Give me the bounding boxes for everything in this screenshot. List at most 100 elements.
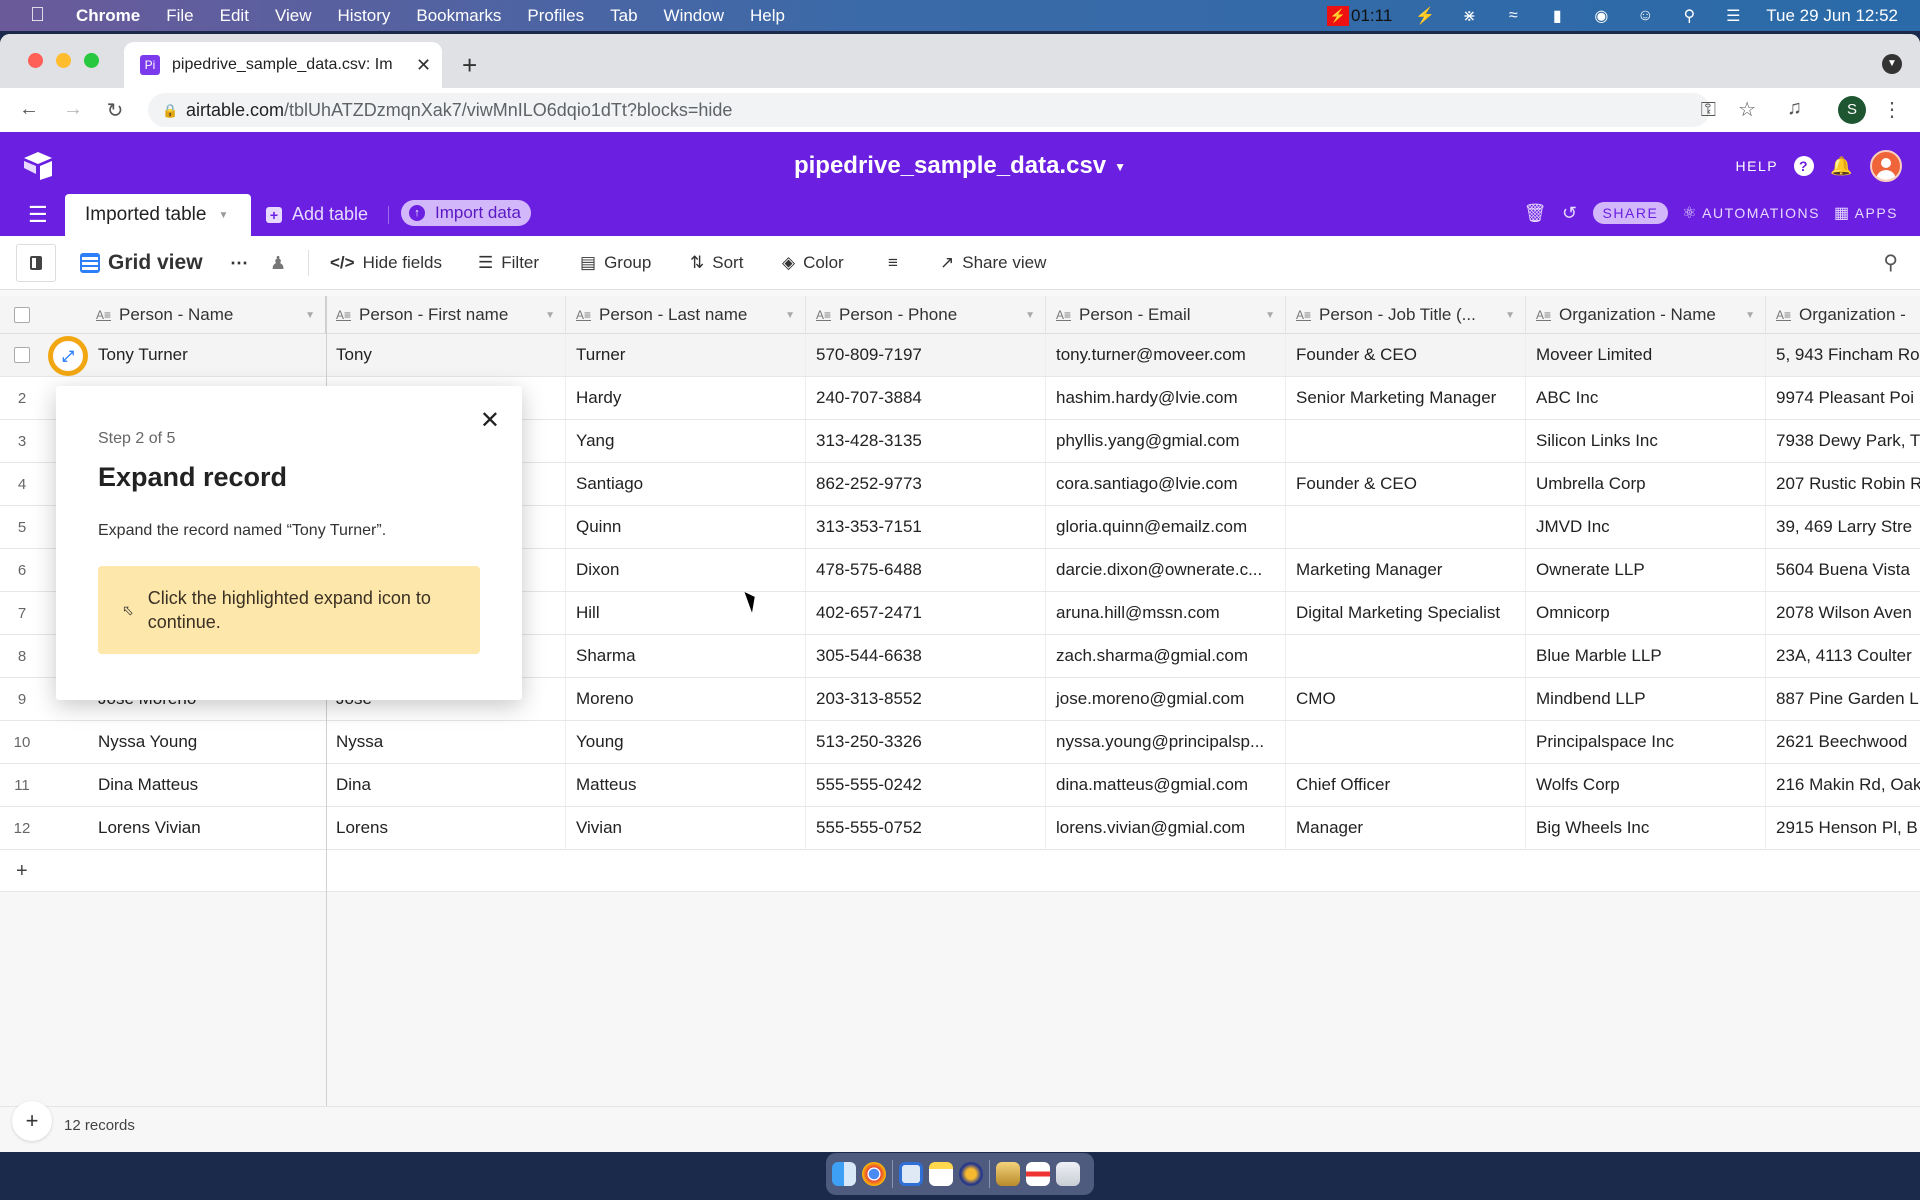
cell-phone[interactable]: 555-555-0752 [806, 807, 1046, 849]
apple-menu-icon[interactable]:  [30, 4, 50, 27]
profile-avatar[interactable]: S [1838, 96, 1866, 124]
add-record-fab[interactable]: + [12, 1101, 52, 1141]
cell-last[interactable]: Hardy [566, 377, 806, 419]
column-menu-caret-icon[interactable]: ▼ [1265, 310, 1275, 321]
spotlight-search-icon[interactable]: ⚲ [1678, 6, 1700, 26]
downloads-stack-icon[interactable] [996, 1162, 1020, 1186]
menu-edit[interactable]: Edit [220, 6, 249, 26]
cell-org[interactable]: Principalspace Inc [1526, 721, 1766, 763]
close-popover-icon[interactable]: ✕ [480, 406, 500, 435]
column-header-email[interactable]: A≡ Person - Email ▼ [1046, 296, 1286, 334]
column-header-organization-address[interactable]: A≡ Organization - [1766, 296, 1920, 334]
share-button[interactable]: SHARE [1592, 202, 1669, 224]
screen-recorder-icon[interactable] [1026, 1162, 1050, 1186]
control-center-icon[interactable]: ☰ [1722, 6, 1744, 26]
cell-email[interactable]: nyssa.young@principalsp... [1046, 721, 1286, 763]
sound-icon[interactable]: ≈ [1502, 6, 1524, 26]
cell-addr[interactable]: 39, 469 Larry Stre [1766, 506, 1920, 548]
cell-job[interactable]: Founder & CEO [1286, 334, 1526, 376]
cell-org[interactable]: Blue Marble LLP [1526, 635, 1766, 677]
column-header-last-name[interactable]: A≡ Person - Last name ▼ [566, 296, 806, 334]
chrome-icon[interactable] [862, 1162, 886, 1186]
menu-window[interactable]: Window [664, 6, 724, 26]
cell-job[interactable]: Digital Marketing Specialist [1286, 592, 1526, 634]
cell-email[interactable]: dina.matteus@gmial.com [1046, 764, 1286, 806]
cell-phone[interactable]: 313-353-7151 [806, 506, 1046, 548]
bluetooth-icon[interactable]: ⋇ [1458, 6, 1480, 26]
table-row[interactable]: ⤢ Tony Turner Tony Turner 570-809-7197 tony.t… [0, 334, 1920, 377]
cell-person-name[interactable]: Lorens Vivian [88, 807, 326, 849]
maximize-window-button[interactable] [84, 53, 99, 68]
user-avatar[interactable] [1870, 150, 1902, 182]
column-header-first-name[interactable]: A≡ Person - First name ▼ [326, 296, 566, 334]
bookmark-star-icon[interactable]: ☆ [1738, 97, 1756, 122]
column-header-phone[interactable]: A≡ Person - Phone ▼ [806, 296, 1046, 334]
menu-help[interactable]: Help [750, 6, 785, 26]
cell-phone[interactable]: 513-250-3326 [806, 721, 1046, 763]
cell-addr[interactable]: 216 Makin Rd, Oak [1766, 764, 1920, 806]
collaborators-icon[interactable]: ♟ [270, 236, 286, 290]
add-record-plus-icon[interactable]: + [16, 860, 28, 883]
cell-person-name[interactable]: Dina Matteus [88, 764, 326, 806]
revision-history-icon[interactable]: ↺ [1562, 203, 1579, 224]
cell-last[interactable]: Moreno [566, 678, 806, 720]
view-menu-ellipsis-icon[interactable]: ⋯ [230, 236, 248, 290]
column-header-job-title[interactable]: A≡ Person - Job Title (... ▼ [1286, 296, 1526, 334]
cell-org[interactable]: Silicon Links Inc [1526, 420, 1766, 462]
color-button[interactable]: ◈ Color [782, 236, 844, 290]
cell-last[interactable]: Sharma [566, 635, 806, 677]
cell-first[interactable]: Tony [326, 334, 566, 376]
menu-app-name[interactable]: Chrome [76, 6, 140, 26]
cell-first[interactable]: Dina [326, 764, 566, 806]
views-sidebar-toggle[interactable] [16, 244, 56, 282]
expand-record-icon[interactable]: ⤢ [48, 336, 88, 376]
cell-addr[interactable]: 5604 Buena Vista [1766, 549, 1920, 591]
cell-org[interactable]: Moveer Limited [1526, 334, 1766, 376]
cell-last[interactable]: Hill [566, 592, 806, 634]
cell-email[interactable]: tony.turner@moveer.com [1046, 334, 1286, 376]
column-menu-caret-icon[interactable]: ▼ [785, 310, 795, 321]
cell-email[interactable]: aruna.hill@mssn.com [1046, 592, 1286, 634]
group-button[interactable]: ▤ Group [580, 236, 651, 290]
cell-email[interactable]: cora.santiago@lvie.com [1046, 463, 1286, 505]
add-record-row[interactable]: + [0, 850, 1920, 892]
sort-button[interactable]: ⇅ Sort [690, 236, 743, 290]
cell-job[interactable] [1286, 721, 1526, 763]
cell-job[interactable]: CMO [1286, 678, 1526, 720]
cell-email[interactable]: zach.sharma@gmial.com [1046, 635, 1286, 677]
view-switcher[interactable]: Grid view [80, 236, 203, 290]
column-menu-caret-icon[interactable]: ▼ [305, 310, 315, 321]
add-table-button[interactable]: + Add table [266, 204, 368, 225]
cell-phone[interactable]: 313-428-3135 [806, 420, 1046, 462]
cell-org[interactable]: Wolfs Corp [1526, 764, 1766, 806]
notes-icon[interactable] [929, 1162, 953, 1186]
user-account-icon[interactable]: ☺ [1634, 6, 1656, 26]
column-menu-caret-icon[interactable]: ▼ [1025, 310, 1035, 321]
apps-button[interactable]: ▦ APPS [1834, 203, 1898, 223]
search-icon[interactable]: ⚲ [1883, 250, 1898, 275]
cell-org[interactable]: ABC Inc [1526, 377, 1766, 419]
cell-addr[interactable]: 5, 943 Fincham Ro [1766, 334, 1920, 376]
lock-icon[interactable]: 🔒 [162, 103, 178, 118]
cell-phone[interactable]: 402-657-2471 [806, 592, 1046, 634]
cell-addr[interactable]: 2915 Henson Pl, B [1766, 807, 1920, 849]
cell-job[interactable]: Marketing Manager [1286, 549, 1526, 591]
wifi-icon[interactable]: ◉ [1590, 6, 1612, 26]
table-row[interactable]: 11 Dina Matteus Dina Matteus 555-555-0242 din… [0, 764, 1920, 807]
cell-last[interactable]: Vivian [566, 807, 806, 849]
close-window-button[interactable] [28, 53, 43, 68]
cell-email[interactable]: hashim.hardy@lvie.com [1046, 377, 1286, 419]
tab-imported-table[interactable]: Imported table ▼ [65, 194, 251, 236]
cell-last[interactable]: Quinn [566, 506, 806, 548]
cell-email[interactable]: lorens.vivian@gmial.com [1046, 807, 1286, 849]
cell-phone[interactable]: 570-809-7197 [806, 334, 1046, 376]
cell-phone[interactable]: 305-544-6638 [806, 635, 1046, 677]
automations-button[interactable]: ⚛ AUTOMATIONS [1682, 203, 1820, 223]
help-label[interactable]: HELP [1736, 158, 1779, 174]
1password-icon[interactable] [899, 1162, 923, 1186]
tab-search-icon[interactable]: ▼ [1882, 54, 1902, 74]
address-bar[interactable]: 🔒 airtable.com/tblUhATZDzmqnXak7/viwMnIL… [148, 93, 1710, 127]
help-icon[interactable]: ? [1794, 156, 1815, 176]
cell-person-name[interactable]: Nyssa Young [88, 721, 326, 763]
base-menu-caret-icon[interactable]: ▼ [1114, 160, 1126, 174]
